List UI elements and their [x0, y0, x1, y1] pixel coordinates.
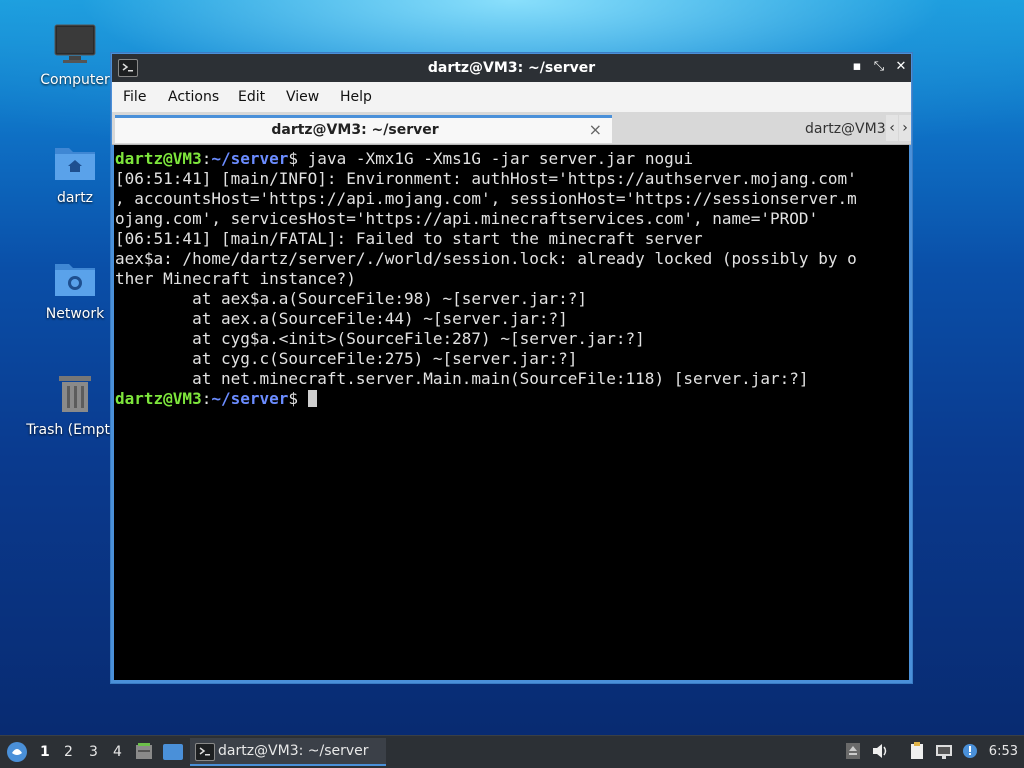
home-folder-icon: [53, 140, 97, 184]
workspace-3[interactable]: 3: [89, 744, 98, 760]
tab-active[interactable]: dartz@VM3: ~/server ×: [115, 115, 612, 143]
terminal-output[interactable]: dartz@VM3:~/server$ java -Xmx1G -Xms1G -…: [114, 145, 909, 680]
prompt-end: $: [288, 389, 308, 408]
start-menu-icon[interactable]: [6, 741, 28, 763]
prompt-path: ~/server: [211, 389, 289, 408]
tab-scroll-left-button[interactable]: ‹: [886, 115, 898, 141]
workspace-4[interactable]: 4: [113, 744, 122, 760]
terminal-window: dartz@VM3: ~/server ▪ ⤡ ✕ File Actions E…: [110, 52, 913, 684]
clipboard-icon[interactable]: [908, 742, 926, 760]
text-cursor: [307, 390, 317, 407]
eject-icon[interactable]: [844, 742, 862, 760]
window-titlebar[interactable]: dartz@VM3: ~/server ▪ ⤡ ✕: [112, 54, 911, 82]
output-line: at aex.a(SourceFile:44) ~[server.jar:?]: [115, 309, 568, 328]
menu-file[interactable]: File: [123, 89, 146, 105]
prompt-end: $: [288, 149, 308, 168]
close-button[interactable]: ✕: [892, 58, 910, 76]
clock[interactable]: 6:53: [989, 744, 1018, 759]
prompt-user: dartz@VM3: [115, 389, 202, 408]
prompt-user: dartz@VM3: [115, 149, 202, 168]
window-title: dartz@VM3: ~/server: [427, 60, 596, 76]
tab-bar: dartz@VM3: ~/server × dartz@VM3: ~/serve…: [112, 112, 911, 145]
output-line: [06:51:41] [main/INFO]: Environment: aut…: [115, 169, 857, 188]
menu-view[interactable]: View: [286, 89, 319, 105]
menu-actions[interactable]: Actions: [168, 89, 219, 105]
prompt-line: dartz@VM3:~/server$ java -Xmx1G -Xms1G -…: [115, 149, 909, 169]
tab-inactive[interactable]: dartz@VM3: ~/server: [615, 115, 885, 143]
terminal-icon: [195, 743, 215, 761]
monitor-icon: [53, 22, 97, 66]
output-line: ojang.com', servicesHost='https://api.mi…: [115, 209, 819, 228]
output-line: ther Minecraft instance?): [115, 269, 356, 288]
workspace-1[interactable]: 1: [40, 744, 50, 760]
minimize-button[interactable]: ▪: [848, 58, 866, 76]
prompt-path: ~/server: [211, 149, 289, 168]
output-line: [06:51:41] [main/FATAL]: Failed to start…: [115, 229, 703, 248]
volume-icon[interactable]: [871, 742, 889, 760]
taskbar-task-label: dartz@VM3: ~/server: [218, 743, 369, 759]
menu-help[interactable]: Help: [340, 89, 372, 105]
output-line: at aex$a.a(SourceFile:98) ~[server.jar:?…: [115, 289, 588, 308]
show-desktop-icon[interactable]: [163, 743, 183, 761]
tab-label: dartz@VM3: ~/server: [805, 121, 885, 137]
taskbar: 1 2 3 4 dartz@VM3: ~/server 6:53: [0, 735, 1024, 768]
output-line: aex$a: /home/dartz/server/./world/sessio…: [115, 249, 857, 268]
tab-label: dartz@VM3: ~/server: [271, 122, 439, 138]
prompt-separator: :: [201, 149, 212, 168]
network-status-icon[interactable]: [935, 742, 953, 760]
menu-bar: File Actions Edit View Help: [112, 82, 911, 112]
trash-icon: [53, 372, 97, 416]
taskbar-task-terminal[interactable]: dartz@VM3: ~/server: [190, 738, 386, 766]
tab-close-icon[interactable]: ×: [589, 120, 602, 139]
prompt-line: dartz@VM3:~/server$: [115, 389, 909, 409]
update-notifier-icon[interactable]: [962, 742, 980, 760]
menu-edit[interactable]: Edit: [238, 89, 265, 105]
prompt-separator: :: [201, 389, 212, 408]
tab-scroll-right-button[interactable]: ›: [899, 115, 911, 141]
output-line: at cyg.c(SourceFile:275) ~[server.jar:?]: [115, 349, 578, 368]
command-text: java -Xmx1G -Xms1G -jar server.jar nogui: [307, 149, 693, 168]
output-line: , accountsHost='https://api.mojang.com',…: [115, 189, 857, 208]
network-folder-icon: [53, 256, 97, 300]
workspace-2[interactable]: 2: [64, 744, 73, 760]
file-manager-launcher-icon[interactable]: [134, 742, 154, 762]
output-line: at net.minecraft.server.Main.main(Source…: [115, 369, 809, 388]
output-line: at cyg$a.<init>(SourceFile:287) ~[server…: [115, 329, 645, 348]
maximize-button[interactable]: ⤡: [870, 58, 888, 76]
